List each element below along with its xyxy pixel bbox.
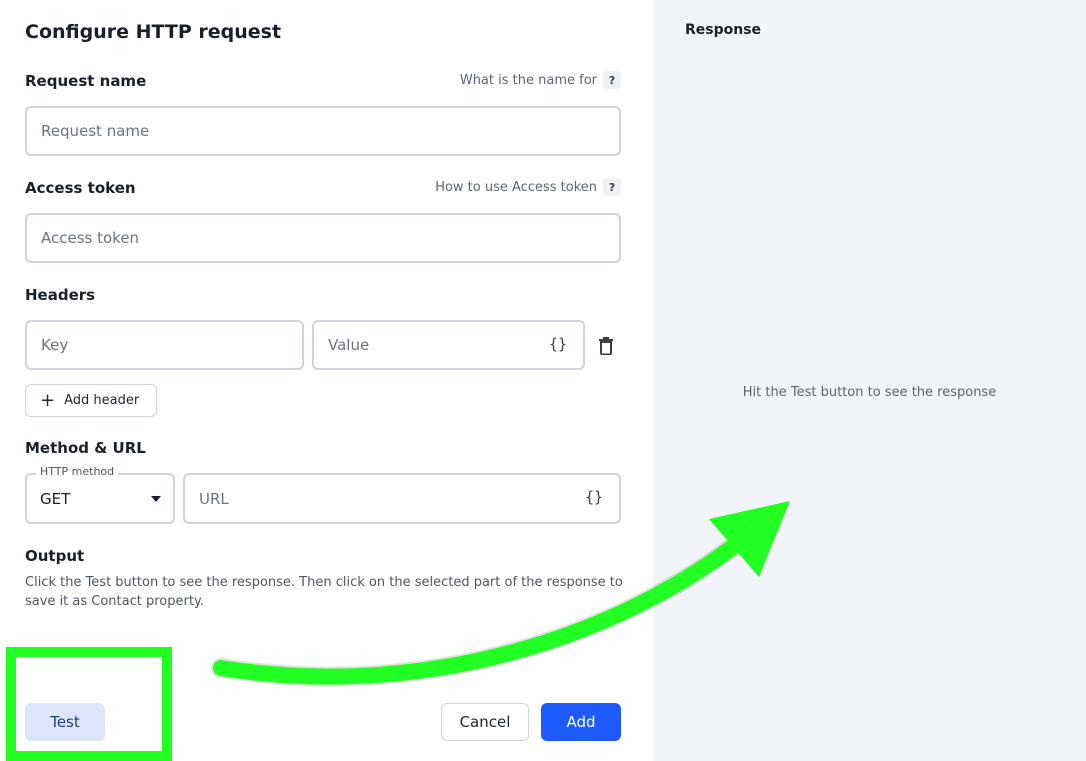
add-header-label: Add header [64,393,140,408]
header-key-input[interactable]: Key [25,320,304,370]
http-method-value: GET [40,490,71,508]
response-title: Response [685,22,762,38]
add-button[interactable]: Add [541,703,621,741]
method-url-label: Method & URL [25,439,146,457]
variable-braces-icon[interactable]: {} [585,488,603,506]
response-empty-state: Hit the Test button to see the response [742,385,997,400]
output-label: Output [25,547,85,565]
access-token-label: Access token [25,179,136,197]
access-token-placeholder: Access token [41,229,140,247]
trash-icon[interactable] [598,337,614,355]
add-header-button[interactable]: + Add header [25,384,157,417]
output-description: Click the Test button to see the respons… [25,575,623,609]
configure-panel: Configure HTTP request Request name What… [0,0,653,761]
http-method-select[interactable]: HTTP method GET [25,465,175,524]
request-name-placeholder: Request name [41,122,150,140]
headers-label: Headers [25,286,96,304]
request-name-label: Request name [25,72,147,90]
header-key-placeholder: Key [41,336,69,354]
access-token-help[interactable]: How to use Access token ? [435,178,621,196]
plus-icon: + [40,389,56,411]
url-placeholder: URL [199,489,229,508]
cancel-button[interactable]: Cancel [441,703,529,741]
question-icon[interactable]: ? [603,71,621,89]
access-token-help-text[interactable]: How to use Access token [435,180,597,195]
page-title: Configure HTTP request [25,21,282,43]
response-panel: Response Hit the Test button to see the … [653,0,1086,761]
caret-down-icon [151,496,161,502]
header-value-placeholder: Value [328,336,370,354]
test-button[interactable]: Test [25,703,105,741]
header-value-input[interactable]: Value {} [312,320,585,370]
request-name-help[interactable]: What is the name for ? [460,71,621,89]
question-icon[interactable]: ? [603,178,621,196]
access-token-input[interactable]: Access token [25,213,621,263]
url-input[interactable]: URL {} [183,473,621,524]
http-method-legend: HTTP method [36,465,119,478]
variable-braces-icon[interactable]: {} [549,335,567,353]
request-name-input[interactable]: Request name [25,106,621,156]
request-name-help-text[interactable]: What is the name for [460,73,597,88]
